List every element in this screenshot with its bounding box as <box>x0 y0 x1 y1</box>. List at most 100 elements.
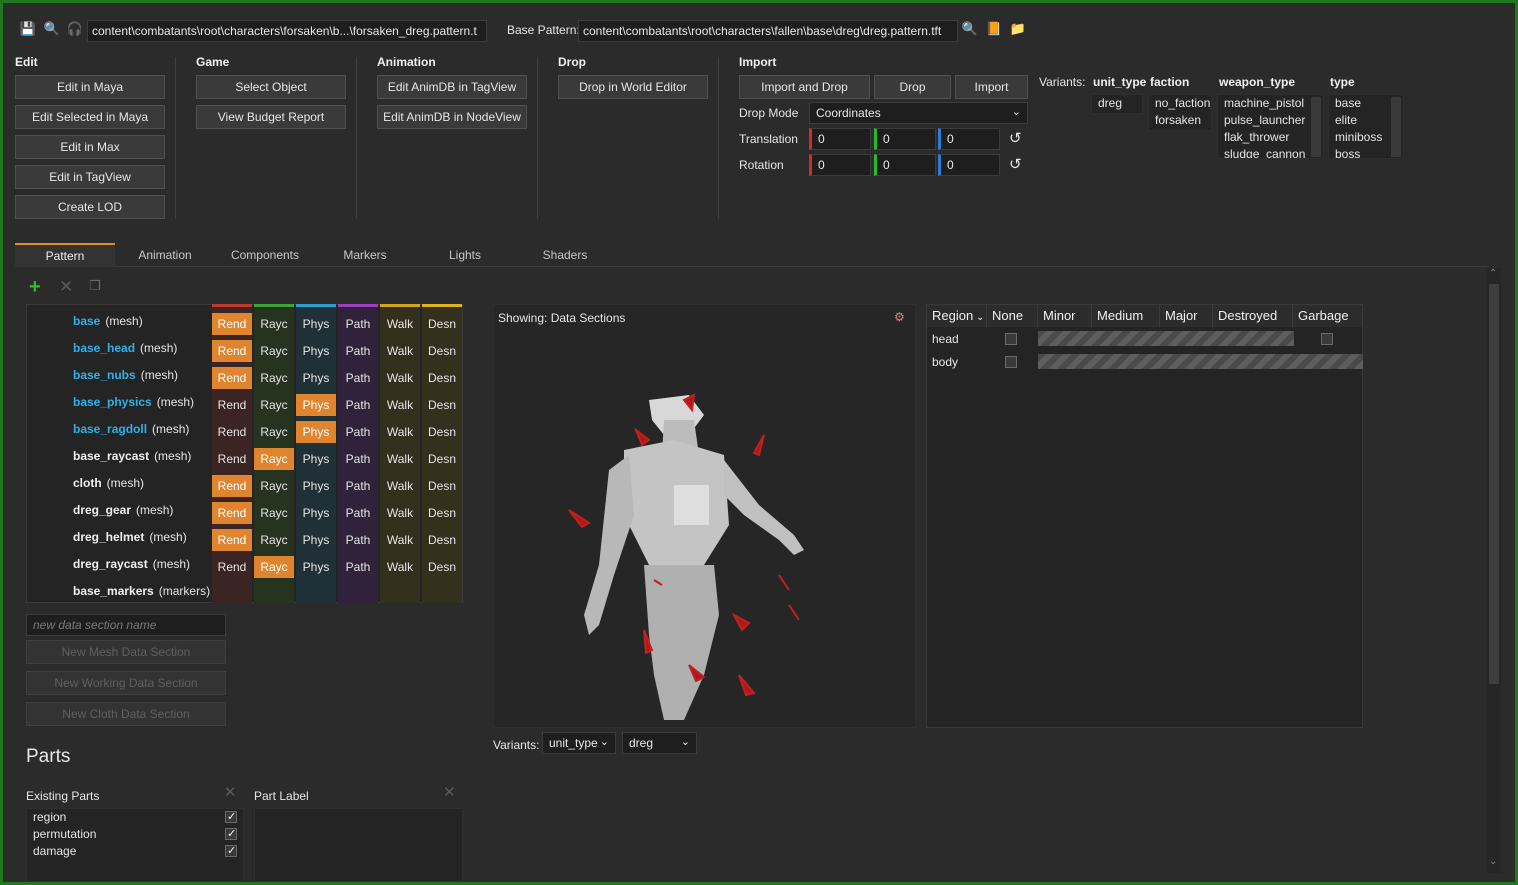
main-scrollbar[interactable]: ⌃ ⌄ <box>1487 268 1501 873</box>
import-and-drop-button[interactable]: Import and Drop <box>739 75 870 99</box>
pattern-path-field[interactable]: content\combatants\root\characters\forsa… <box>87 20 487 42</box>
new-mesh-section-button[interactable]: New Mesh Data Section <box>26 640 226 664</box>
flag-toggle-phys[interactable]: Phys <box>296 502 336 524</box>
flag-toggle-desn[interactable]: Desn <box>422 313 462 335</box>
scrollbar[interactable] <box>1391 97 1401 157</box>
edit-selected-in-maya-button[interactable]: Edit Selected in Maya <box>15 105 165 129</box>
tab-animation[interactable]: Animation <box>115 243 215 267</box>
flag-toggle-rayc[interactable]: Rayc <box>254 394 294 416</box>
flag-toggle-rend[interactable]: Rend <box>212 475 252 497</box>
data-section-row[interactable]: base (mesh) <box>73 314 143 328</box>
translation-z-field[interactable]: 0 <box>938 128 1000 150</box>
list-item[interactable]: no_faction <box>1149 95 1211 112</box>
open-file-icon[interactable]: 📙 <box>985 20 1003 38</box>
close-icon[interactable]: ✕ <box>224 783 237 801</box>
flag-toggle-rend[interactable]: Rend <box>212 502 252 524</box>
scrollbar[interactable] <box>1311 97 1321 157</box>
checkbox[interactable] <box>1005 333 1017 345</box>
flag-toggle-path[interactable]: Path <box>338 475 378 497</box>
data-section-row[interactable]: base_markers (markers) <box>73 584 210 598</box>
flag-toggle-walk[interactable]: Walk <box>380 367 420 389</box>
checkbox[interactable] <box>225 826 237 843</box>
flag-toggle-path[interactable]: Path <box>338 367 378 389</box>
flag-toggle-desn[interactable]: Desn <box>422 394 462 416</box>
list-item[interactable]: dreg <box>1092 95 1142 112</box>
flag-toggle-path[interactable]: Path <box>338 340 378 362</box>
flag-toggle-rend[interactable]: Rend <box>212 367 252 389</box>
list-item[interactable]: damage <box>27 843 243 860</box>
find-icon[interactable]: 🔍 <box>961 20 979 38</box>
checkbox[interactable] <box>1321 333 1333 345</box>
table-row[interactable]: head <box>927 328 1363 350</box>
faction-list[interactable]: no_faction forsaken <box>1148 94 1212 131</box>
flag-toggle-walk[interactable]: Walk <box>380 475 420 497</box>
data-section-row[interactable]: dreg_raycast (mesh) <box>73 557 190 571</box>
rotation-x-field[interactable]: 0 <box>809 154 871 176</box>
flag-toggle-desn[interactable]: Desn <box>422 529 462 551</box>
flag-toggle-desn[interactable]: Desn <box>422 475 462 497</box>
rotation-z-field[interactable]: 0 <box>938 154 1000 176</box>
view-budget-report-button[interactable]: View Budget Report <box>196 105 346 129</box>
chevron-down-icon[interactable]: ⌄ <box>1489 856 1497 867</box>
flag-toggle-walk[interactable]: Walk <box>380 421 420 443</box>
flag-toggle-walk[interactable]: Walk <box>380 556 420 578</box>
new-cloth-section-button[interactable]: New Cloth Data Section <box>26 702 226 726</box>
tab-pattern[interactable]: Pattern <box>15 243 115 267</box>
flag-toggle-desn[interactable]: Desn <box>422 556 462 578</box>
create-lod-button[interactable]: Create LOD <box>15 195 165 219</box>
base-pattern-path-field[interactable]: content\combatants\root\characters\falle… <box>578 20 958 42</box>
flag-toggle-phys[interactable]: Phys <box>296 340 336 362</box>
list-item[interactable]: permutation <box>27 826 243 843</box>
save-icon[interactable]: 💾 <box>19 20 37 38</box>
flag-toggle-walk[interactable]: Walk <box>380 340 420 362</box>
flag-toggle-phys[interactable]: Phys <box>296 313 336 335</box>
flag-toggle-rend[interactable]: Rend <box>212 556 252 578</box>
flag-toggle-walk[interactable]: Walk <box>380 502 420 524</box>
flag-toggle-rayc[interactable]: Rayc <box>254 529 294 551</box>
drop-button[interactable]: Drop <box>874 75 951 99</box>
new-section-name-input[interactable]: new data section name <box>26 614 226 636</box>
tab-lights[interactable]: Lights <box>415 243 515 267</box>
folder-icon[interactable]: 📁 <box>1009 20 1027 38</box>
weapon-type-list[interactable]: machine_pistol pulse_launcher flak_throw… <box>1217 94 1324 159</box>
rotation-y-field[interactable]: 0 <box>874 154 936 176</box>
headphones-icon[interactable]: 🎧 <box>66 20 84 38</box>
add-icon[interactable]: + <box>29 276 41 299</box>
flag-toggle-rayc[interactable]: Rayc <box>254 502 294 524</box>
flag-toggle-desn[interactable]: Desn <box>422 448 462 470</box>
delete-icon[interactable]: ✕ <box>59 277 73 297</box>
drop-in-world-editor-button[interactable]: Drop in World Editor <box>558 75 708 99</box>
flag-toggle-phys[interactable]: Phys <box>296 475 336 497</box>
flag-toggle-phys[interactable]: Phys <box>296 448 336 470</box>
list-item[interactable]: region <box>27 809 243 826</box>
damage-cells[interactable] <box>1038 331 1294 346</box>
checkbox[interactable] <box>1005 356 1017 368</box>
flag-toggle-path[interactable]: Path <box>338 529 378 551</box>
list-item[interactable]: flak_thrower <box>1218 129 1323 146</box>
flag-toggle-rayc[interactable]: Rayc <box>254 475 294 497</box>
flag-toggle-walk[interactable]: Walk <box>380 448 420 470</box>
flag-toggle-walk[interactable]: Walk <box>380 394 420 416</box>
reset-icon[interactable]: ↺ <box>1009 129 1022 147</box>
flag-toggle-desn[interactable]: Desn <box>422 421 462 443</box>
flag-toggle-desn[interactable]: Desn <box>422 340 462 362</box>
data-section-row[interactable]: dreg_helmet (mesh) <box>73 530 187 544</box>
edit-animdb-nodeview-button[interactable]: Edit AnimDB in NodeView <box>377 105 527 129</box>
scrollbar-thumb[interactable] <box>1489 284 1499 684</box>
tab-markers[interactable]: Markers <box>315 243 415 267</box>
existing-parts-list[interactable]: region permutation damage <box>26 808 244 882</box>
tab-components[interactable]: Components <box>215 243 315 267</box>
flag-toggle-desn[interactable]: Desn <box>422 367 462 389</box>
camera-icon[interactable]: ⚙ <box>894 310 905 324</box>
flag-toggle-phys[interactable]: Phys <box>296 556 336 578</box>
flag-toggle-rayc[interactable]: Rayc <box>254 448 294 470</box>
reset-icon[interactable]: ↺ <box>1009 155 1022 173</box>
close-icon[interactable]: ✕ <box>443 783 456 801</box>
unit-type-list[interactable]: dreg <box>1091 94 1143 114</box>
translation-x-field[interactable]: 0 <box>809 128 871 150</box>
table-row[interactable]: body <box>927 351 1363 373</box>
flag-toggle-rend[interactable]: Rend <box>212 340 252 362</box>
select-object-button[interactable]: Select Object <box>196 75 346 99</box>
copy-icon[interactable]: ❐ <box>89 278 101 294</box>
flag-toggle-path[interactable]: Path <box>338 394 378 416</box>
